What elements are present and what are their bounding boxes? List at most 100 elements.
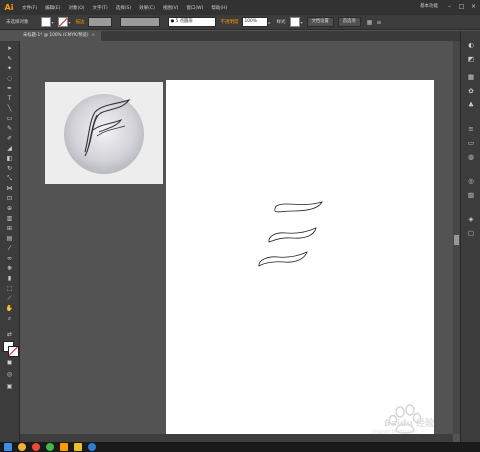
menu-help[interactable]: 帮助(H) [207, 5, 231, 11]
menu-effect[interactable]: 效果(C) [135, 5, 159, 11]
direct-selection-tool-icon[interactable]: ⇖ [5, 55, 14, 62]
line-tool-icon[interactable]: ╲ [5, 105, 14, 112]
document-setup-button[interactable]: 文档设置 [306, 17, 334, 27]
magic-wand-tool-icon[interactable]: ✦ [5, 65, 14, 72]
free-transform-tool-icon[interactable]: ⊡ [5, 195, 14, 202]
document-tab[interactable]: 未标题-1* @ 100% (CMYK/预览) × [20, 31, 102, 41]
shape-builder-tool-icon[interactable]: ⊕ [5, 205, 14, 212]
menu-type[interactable]: 文字(T) [89, 5, 112, 11]
menu-bar: Ai 文件(F) 编辑(E) 对象(O) 文字(T) 选择(S) 效果(C) 视… [0, 0, 480, 15]
chat-icon[interactable] [46, 443, 54, 451]
folder-icon[interactable] [74, 443, 82, 451]
color-panel-icon[interactable]: ◐ [466, 41, 476, 49]
symbol-sprayer-tool-icon[interactable]: ❋ [5, 265, 14, 272]
close-window-button[interactable]: × [469, 3, 478, 11]
illustrator-taskbar-icon[interactable] [60, 443, 68, 451]
menu-select[interactable]: 选择(S) [112, 5, 135, 11]
menu-view[interactable]: 视图(V) [159, 5, 183, 11]
app-logo: Ai [4, 3, 14, 12]
browser-icon[interactable] [18, 443, 26, 451]
opacity-field[interactable]: 100% [241, 17, 268, 27]
symbols-panel-icon[interactable]: ♣ [466, 101, 476, 109]
type-tool-icon[interactable]: T [5, 95, 14, 102]
workspace-switcher[interactable]: 基本功能 [420, 3, 438, 9]
brushes-panel-icon[interactable]: ✿ [466, 87, 476, 95]
slice-tool-icon[interactable]: ⟋ [5, 295, 14, 302]
arrange-documents-icon[interactable]: ▦ [367, 19, 373, 26]
panel-dock: ◐ ◩ ▦ ✿ ♣ ≡ ▭ ◍ ◎ ▨ ◈ ▢ [460, 31, 480, 442]
fill-swatch[interactable] [40, 17, 51, 27]
graphic-styles-panel-icon[interactable]: ▨ [466, 191, 476, 199]
stroke-label[interactable]: 描边 [76, 19, 85, 25]
mesh-tool-icon[interactable]: ⊞ [5, 225, 14, 232]
stroke-weight-field[interactable] [87, 17, 112, 27]
color-guide-icon[interactable]: ◩ [466, 55, 476, 63]
reference-logo-image [45, 82, 163, 184]
paintbrush-tool-icon[interactable]: ✎ [5, 125, 14, 132]
stroke-color-box[interactable] [8, 346, 19, 357]
menu-window[interactable]: 窗口(W) [182, 5, 207, 11]
menu-edit[interactable]: 编辑(E) [41, 5, 64, 11]
fill-dropdown-icon[interactable]: ▾ [52, 20, 54, 25]
brush-definition[interactable]: ● 5 点圆形 [167, 17, 216, 27]
zoom-tool-icon[interactable]: ⌕ [5, 315, 14, 322]
variable-width-profile[interactable] [119, 17, 160, 27]
appearance-panel-icon[interactable]: ◎ [466, 177, 476, 185]
blob-brush-tool-icon[interactable]: ◢ [5, 145, 14, 152]
hand-tool-icon[interactable]: ✋ [5, 305, 14, 312]
color-mode-icon[interactable]: ◼ [5, 359, 14, 366]
start-icon[interactable] [4, 443, 12, 451]
document-tab-label: 未标题-1* @ 100% (CMYK/预览) [23, 33, 89, 38]
close-tab-icon[interactable]: × [92, 33, 96, 38]
document-tab-bar: 未标题-1* @ 100% (CMYK/预览) × [20, 31, 460, 41]
swatches-panel-icon[interactable]: ▦ [466, 73, 476, 81]
artboards-panel-icon[interactable]: ▢ [466, 229, 476, 237]
opacity-label[interactable]: 不透明度 [221, 19, 239, 25]
pen-tool-icon[interactable]: ✒ [5, 85, 14, 92]
watermark-text: Baidu 经验 [384, 419, 435, 429]
none-stroke-icon [9, 347, 18, 356]
tools-panel: ➤ ⇖ ✦ ◌ ✒ T ╲ ▭ ✎ ✐ ◢ ◧ ↻ ⤡ ⋈ ⊡ ⊕ ▥ ⊞ ▤ … [0, 41, 20, 442]
menu-object[interactable]: 对象(O) [64, 5, 88, 11]
gradient-panel-icon[interactable]: ▭ [466, 139, 476, 147]
style-swatch[interactable] [289, 17, 300, 27]
blend-tool-icon[interactable]: ∞ [5, 255, 14, 262]
scale-tool-icon[interactable]: ⤡ [5, 175, 14, 182]
style-dropdown-icon[interactable]: ▾ [301, 20, 303, 25]
eraser-tool-icon[interactable]: ◧ [5, 155, 14, 162]
stroke-swatch[interactable] [57, 17, 68, 27]
vertical-scrollbar[interactable] [453, 41, 460, 434]
os-taskbar [0, 442, 480, 452]
maximize-button[interactable]: □ [457, 3, 466, 11]
minimize-button[interactable]: – [445, 3, 454, 11]
pencil-tool-icon[interactable]: ✐ [5, 135, 14, 142]
screen-mode-icon[interactable]: ▣ [5, 383, 14, 390]
default-fill-stroke-icon[interactable]: ⇄ [5, 331, 14, 338]
rectangle-tool-icon[interactable]: ▭ [5, 115, 14, 122]
vertical-scroll-thumb[interactable] [454, 235, 459, 245]
panel-menu-icon[interactable]: ≡ [376, 19, 381, 26]
stroke-panel-icon[interactable]: ≡ [466, 125, 476, 133]
artwork-curves[interactable] [166, 80, 434, 442]
reference-image[interactable] [45, 82, 163, 184]
media-icon[interactable] [32, 443, 40, 451]
artboard-tool-icon[interactable]: ⬚ [5, 285, 14, 292]
perspective-grid-tool-icon[interactable]: ▥ [5, 215, 14, 222]
rotate-tool-icon[interactable]: ↻ [5, 165, 14, 172]
lasso-tool-icon[interactable]: ◌ [5, 75, 14, 82]
menu-file[interactable]: 文件(F) [18, 5, 41, 11]
opacity-dropdown-icon[interactable]: ▸ [269, 20, 271, 25]
column-graph-tool-icon[interactable]: ▮ [5, 275, 14, 282]
layers-panel-icon[interactable]: ◈ [466, 215, 476, 223]
transparency-panel-icon[interactable]: ◍ [466, 153, 476, 161]
control-bar: 未选择对象 ▾ ▾ 描边 ● 5 点圆形 不透明度 100% ▸ 样式 ▾ 文档… [0, 15, 480, 30]
stroke-dropdown-icon[interactable]: ▾ [69, 20, 71, 25]
preferences-button[interactable]: 首选项 [337, 17, 361, 27]
width-tool-icon[interactable]: ⋈ [5, 185, 14, 192]
eyedropper-tool-icon[interactable]: ⁄ [5, 245, 14, 252]
ie-icon[interactable] [88, 443, 96, 451]
drawing-mode-icon[interactable]: ◎ [5, 371, 14, 378]
selection-tool-icon[interactable]: ➤ [5, 45, 14, 52]
artboard[interactable] [166, 80, 434, 442]
gradient-tool-icon[interactable]: ▤ [5, 235, 14, 242]
